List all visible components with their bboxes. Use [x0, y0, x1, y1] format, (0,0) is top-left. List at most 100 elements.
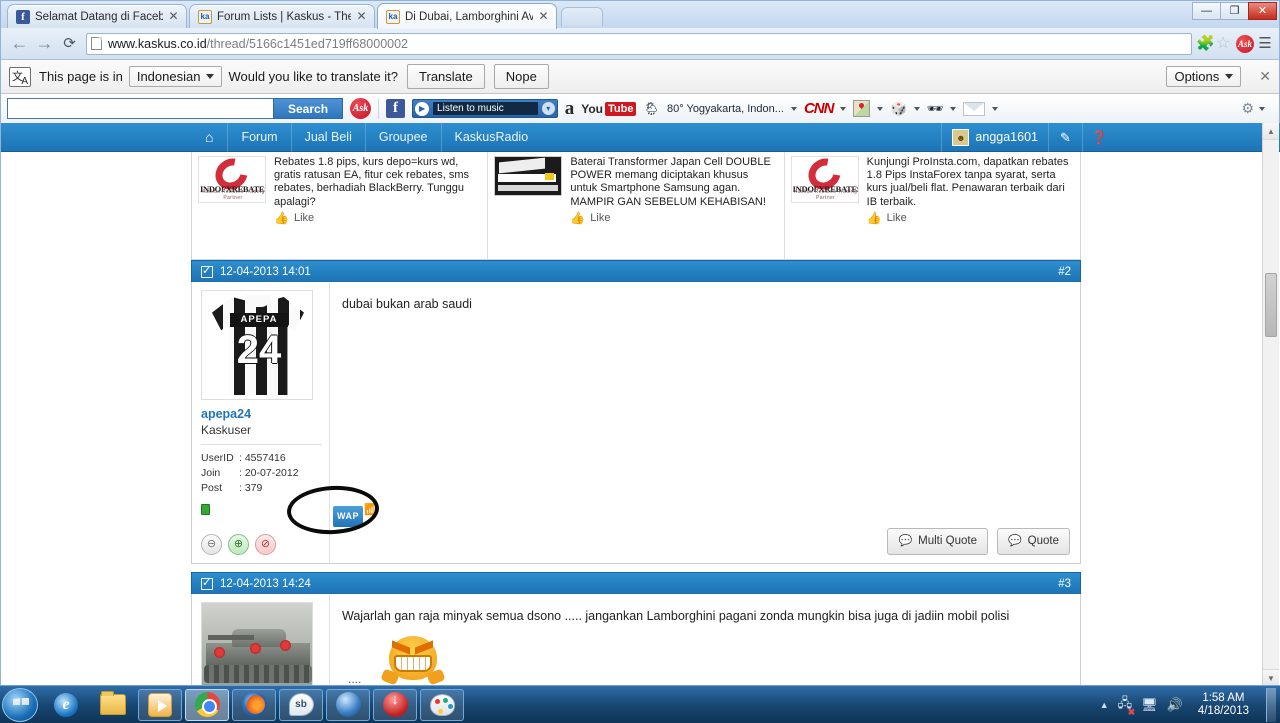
show-desktop-button[interactable] — [1266, 687, 1276, 722]
network-icon[interactable]: 🖧 ✖ — [1118, 694, 1136, 717]
ad-like[interactable]: 👍 Like — [274, 211, 481, 225]
maximize-button[interactable]: ❐ — [1220, 2, 1249, 20]
puzzle-icon[interactable]: 🧩 — [1196, 35, 1215, 52]
new-tab-button[interactable] — [561, 7, 603, 26]
volume-icon[interactable]: 🔊 — [1167, 697, 1183, 713]
close-button[interactable]: ✕ — [1248, 2, 1277, 20]
chevron-down-icon[interactable] — [992, 106, 999, 111]
google-chrome-icon[interactable] — [185, 688, 229, 721]
wap-badge: WAP 📶 — [333, 505, 378, 527]
ad-item[interactable]: INDOFXREBATES Kaskus Rebates Trading Par… — [785, 152, 1080, 259]
clock[interactable]: 1:58 AM 4/18/2013 — [1192, 692, 1255, 718]
tab-close-icon[interactable]: ✕ — [167, 10, 180, 23]
blue-app-icon[interactable] — [326, 688, 370, 721]
reload-icon[interactable]: ⟳ — [57, 31, 82, 56]
internet-explorer-icon[interactable]: e — [44, 689, 88, 721]
scroll-down-icon[interactable]: ▼ — [1263, 669, 1279, 686]
minus-icon[interactable]: ⊖ — [201, 534, 222, 555]
chevron-down-icon[interactable] — [790, 106, 797, 111]
display-icon[interactable]: 🖥 — [1141, 697, 1158, 713]
amazon-icon[interactable]: a — [565, 99, 575, 118]
opera-icon[interactable]: 🕶 — [927, 101, 944, 117]
post-number[interactable]: #2 — [1058, 266, 1071, 278]
translate-options: Options ✕ — [1160, 66, 1271, 87]
ask-logo-icon[interactable]: Ask — [350, 98, 372, 119]
windows-explorer-icon[interactable] — [91, 689, 135, 721]
quote-button[interactable]: 💬 Quote — [996, 528, 1070, 555]
post-timestamp: 12-04-2013 14:24 — [220, 577, 311, 590]
ask-icon[interactable]: Ask — [1236, 34, 1254, 53]
nav-item-groupee[interactable]: Groupee — [364, 123, 441, 152]
checkbox-icon[interactable] — [201, 264, 213, 278]
desktop-screen: f Selamat Datang di Facebo ✕ ka Forum Li… — [0, 0, 1280, 723]
nav-item-forum[interactable]: Forum — [227, 123, 290, 152]
forward-icon[interactable]: → — [32, 31, 57, 56]
checkbox-icon[interactable] — [201, 576, 213, 590]
nope-button[interactable]: Nope — [493, 64, 549, 89]
youtube-icon[interactable]: You Tube — [581, 101, 637, 116]
star-icon[interactable]: ☆ — [1216, 35, 1233, 52]
cnn-icon[interactable]: CNN — [804, 100, 834, 117]
paint-icon[interactable] — [420, 688, 464, 721]
mail-icon[interactable] — [963, 101, 986, 116]
maps-icon[interactable] — [853, 100, 871, 117]
back-icon[interactable]: ← — [7, 31, 32, 56]
menu-icon[interactable]: ☰ — [1257, 35, 1273, 52]
help-icon[interactable]: ❓ — [1082, 123, 1116, 152]
post-number[interactable]: #3 — [1058, 578, 1071, 590]
play-icon[interactable]: ▶ — [415, 101, 430, 116]
translate-button[interactable]: Translate — [407, 64, 485, 89]
idm-downloader-icon[interactable] — [373, 688, 417, 721]
multi-quote-button[interactable]: 💬 Multi Quote — [887, 528, 988, 555]
page-scrollbar[interactable]: ▲ ▼ — [1262, 123, 1279, 686]
firefox-icon[interactable] — [232, 688, 276, 721]
minimize-button[interactable]: — — [1192, 2, 1221, 20]
avatar[interactable]: APEPA 24 — [201, 290, 313, 400]
sb-messenger-icon[interactable]: sb — [279, 688, 323, 721]
listen-to-music-widget[interactable]: ▶ Listen to music ▾ — [412, 99, 558, 118]
chevron-down-icon[interactable] — [950, 106, 957, 111]
search-button[interactable]: Search — [273, 98, 344, 119]
ad-like[interactable]: 👍 Like — [570, 211, 777, 225]
chevron-down-icon[interactable]: ▾ — [541, 102, 555, 115]
user-action-buttons: ⊖ ⊕ ⊘ — [201, 534, 322, 555]
report-icon[interactable]: ⊘ — [255, 534, 276, 555]
nav-item-jual-beli[interactable]: Jual Beli — [290, 123, 365, 152]
chevron-down-icon[interactable] — [840, 106, 847, 111]
plus-reputation-icon[interactable]: ⊕ — [228, 534, 249, 555]
address-bar[interactable]: www.kaskus.co.id/thread/5166c1451ed719ff… — [86, 32, 1192, 55]
gear-icon[interactable]: ⚙ — [1241, 100, 1254, 117]
chevron-down-icon[interactable] — [913, 106, 920, 111]
avatar[interactable] — [201, 602, 313, 686]
nav-item-kaskusradio[interactable]: KaskusRadio — [440, 123, 542, 152]
chevron-down-icon[interactable] — [877, 106, 884, 111]
ad-item[interactable]: Baterai Transformer Japan Cell DOUBLE PO… — [488, 152, 785, 259]
start-button[interactable] — [2, 687, 38, 722]
ad-item[interactable]: INDOFXREBATES Kaskus Rebates Trading Par… — [192, 152, 489, 259]
ad-like[interactable]: 👍 Like — [867, 211, 1074, 225]
close-infobar-icon[interactable]: ✕ — [1259, 68, 1271, 85]
options-button[interactable]: Options — [1166, 66, 1242, 87]
post-actions: 💬 Multi Quote 💬 Quote — [887, 528, 1070, 555]
weather-label[interactable]: 80° Yogyakarta, Indon... — [667, 103, 784, 115]
language-dropdown[interactable]: Indonesian — [128, 66, 223, 87]
page-info-icon[interactable] — [91, 37, 102, 50]
home-icon[interactable]: ⌂ — [191, 129, 227, 145]
scrollbar-thumb[interactable] — [1265, 273, 1277, 337]
post-username[interactable]: apepa24 — [201, 407, 322, 421]
search-input[interactable] — [7, 98, 273, 119]
kaskus-nav-items: ⌂ Forum Jual Beli Groupee KaskusRadio — [1, 123, 541, 152]
facebook-icon[interactable]: f — [386, 99, 406, 118]
browser-tab-forum-lists[interactable]: ka Forum Lists | Kaskus - The ✕ — [189, 4, 375, 28]
user-menu[interactable]: ☻ angga1601 — [941, 123, 1048, 152]
scroll-up-icon[interactable]: ▲ — [1263, 123, 1279, 140]
browser-tab-thread[interactable]: ka Di Dubai, Lamborghini Av ✕ — [377, 3, 557, 29]
chevron-down-icon[interactable] — [1259, 106, 1265, 111]
browser-tab-facebook[interactable]: f Selamat Datang di Facebo ✕ — [7, 4, 187, 28]
dice-icon[interactable]: 🎲 — [890, 101, 906, 117]
show-hidden-icon[interactable]: ▲ — [1100, 700, 1109, 710]
tab-close-icon[interactable]: ✕ — [355, 10, 368, 23]
tab-close-icon[interactable]: ✕ — [537, 10, 550, 23]
media-player-icon[interactable] — [138, 688, 182, 721]
pencil-icon[interactable]: ✎ — [1048, 123, 1082, 152]
